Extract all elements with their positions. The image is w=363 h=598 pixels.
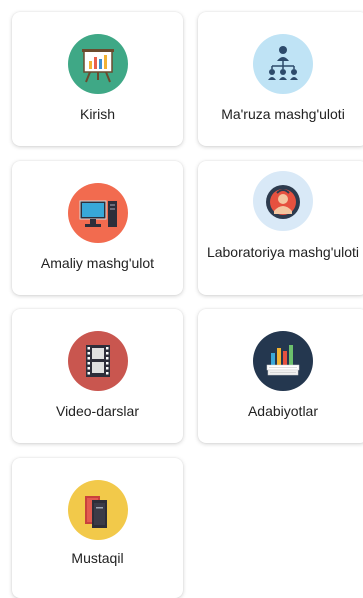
card-adabiyotlar[interactable]: Adabiyotlar [198, 309, 363, 443]
card-video-darslar[interactable]: Video-darslar [12, 309, 183, 443]
card-label: Laboratoriya mashg'uloti [206, 244, 360, 260]
card-label: Mustaqil [71, 550, 124, 566]
hierarchy-people-icon [253, 34, 313, 94]
books-chart-icon [253, 331, 313, 391]
presentation-board-icon [67, 34, 128, 94]
computer-icon [67, 183, 128, 243]
card-laboratoriya[interactable]: Laboratoriya mashg'uloti [198, 161, 363, 295]
card-maruza[interactable]: Ma'ruza mashg'uloti [198, 12, 363, 146]
card-kirish[interactable]: Kirish [12, 12, 183, 146]
card-label: Kirish [79, 106, 115, 122]
film-strip-icon [67, 331, 128, 391]
card-label: Ma'ruza mashg'uloti [221, 106, 345, 122]
card-label: Amaliy mashg'ulot [40, 255, 155, 271]
card-mustaqil[interactable]: Mustaqil [12, 458, 183, 598]
card-label: Video-darslar [55, 403, 139, 419]
book-stack-icon [67, 480, 128, 540]
card-label: Adabiyotlar [247, 403, 319, 419]
lab-person-icon [253, 171, 313, 231]
card-amaliy[interactable]: Amaliy mashg'ulot [12, 161, 183, 295]
